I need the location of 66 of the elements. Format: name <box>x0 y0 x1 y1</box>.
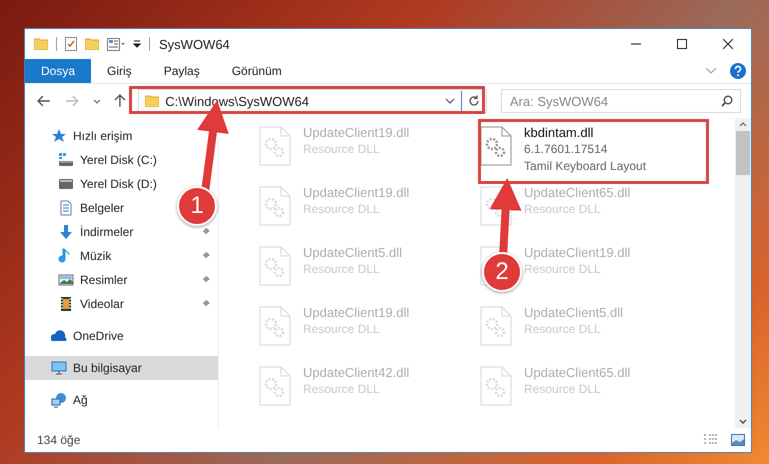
file-description: Tamil Keyboard Layout <box>524 158 646 175</box>
gear-file-icon <box>259 366 291 406</box>
pin-icon[interactable] <box>202 300 210 308</box>
address-path: C:\Windows\SysWOW64 <box>165 94 310 108</box>
up-icon[interactable] <box>114 94 126 108</box>
monitor-icon <box>51 360 67 376</box>
file-version: 6.1.7601.17514 <box>524 141 608 158</box>
gear-file-icon <box>259 306 291 346</box>
sidebar-item[interactable]: İndirmeler <box>80 225 134 239</box>
properties-icon[interactable] <box>107 38 125 50</box>
picture-icon <box>58 272 74 288</box>
sidebar-item[interactable]: Belgeler <box>80 201 124 215</box>
folder-icon <box>145 95 160 107</box>
sidebar-item[interactable]: Yerel Disk (D:) <box>80 177 157 191</box>
film-icon <box>58 296 74 312</box>
ribbon-tab[interactable]: Dosya <box>25 59 92 83</box>
gear-file-icon <box>259 186 291 226</box>
pin-icon[interactable] <box>202 276 210 284</box>
pin-icon[interactable] <box>202 228 210 236</box>
help-icon[interactable] <box>730 63 746 79</box>
gear-file-icon <box>259 126 291 166</box>
document-icon <box>58 200 74 216</box>
item-count: 134 öğe <box>37 433 80 447</box>
pin-icon[interactable] <box>202 252 210 260</box>
gear-file-icon <box>480 126 512 166</box>
ribbon-tab[interactable]: Paylaş <box>148 59 216 83</box>
sidebar-item[interactable]: Hızlı erişim <box>73 129 132 143</box>
scrollbar[interactable] <box>735 118 751 428</box>
file-name[interactable]: kbdintam.dll <box>524 124 594 141</box>
sidebar-item[interactable]: OneDrive <box>73 329 124 343</box>
sidebar-item[interactable]: Ağ <box>73 393 88 407</box>
recent-locations-icon[interactable] <box>92 98 100 104</box>
expand-ribbon-icon[interactable] <box>706 68 716 74</box>
window-title: SysWOW64 <box>159 36 230 52</box>
dropdown-icon[interactable] <box>133 40 141 48</box>
ribbon-tab[interactable]: Giriş <box>91 59 148 83</box>
gear-file-icon <box>480 186 512 226</box>
large-icons-view-icon[interactable] <box>731 434 745 446</box>
search-icon[interactable] <box>721 95 734 107</box>
search-field[interactable]: Ara: SysWOW64 <box>500 89 742 113</box>
drive-icon <box>58 176 74 192</box>
sidebar-item[interactable]: Yerel Disk (C:) <box>80 153 157 167</box>
dropdown-icon[interactable] <box>444 98 455 104</box>
sidebar-item[interactable]: Bu bilgisayar <box>25 356 218 380</box>
sidebar-item[interactable]: Müzik <box>80 249 112 263</box>
maximize-icon <box>677 39 687 49</box>
gear-file-icon <box>480 366 512 406</box>
sidebar-item[interactable]: Videolar <box>80 297 124 311</box>
drive-icon <box>58 152 74 168</box>
minimize-icon <box>631 43 641 45</box>
gear-file-icon <box>480 306 512 346</box>
star-icon <box>51 128 67 144</box>
scroll-up-icon[interactable] <box>739 122 747 127</box>
cloud-icon <box>51 328 67 344</box>
details-view-icon[interactable] <box>703 434 719 446</box>
download-arrow-icon <box>58 224 74 240</box>
checklist-icon[interactable] <box>65 37 77 51</box>
back-icon[interactable] <box>37 95 51 107</box>
scrollbar-thumb[interactable] <box>736 131 750 175</box>
refresh-icon[interactable] <box>468 95 480 107</box>
network-icon <box>51 392 67 408</box>
sidebar-item[interactable]: Resimler <box>80 273 128 287</box>
scroll-down-icon[interactable] <box>739 419 747 424</box>
close-icon <box>723 39 733 49</box>
gear-file-icon <box>259 246 291 286</box>
ribbon-tab[interactable]: Görünüm <box>216 59 298 83</box>
